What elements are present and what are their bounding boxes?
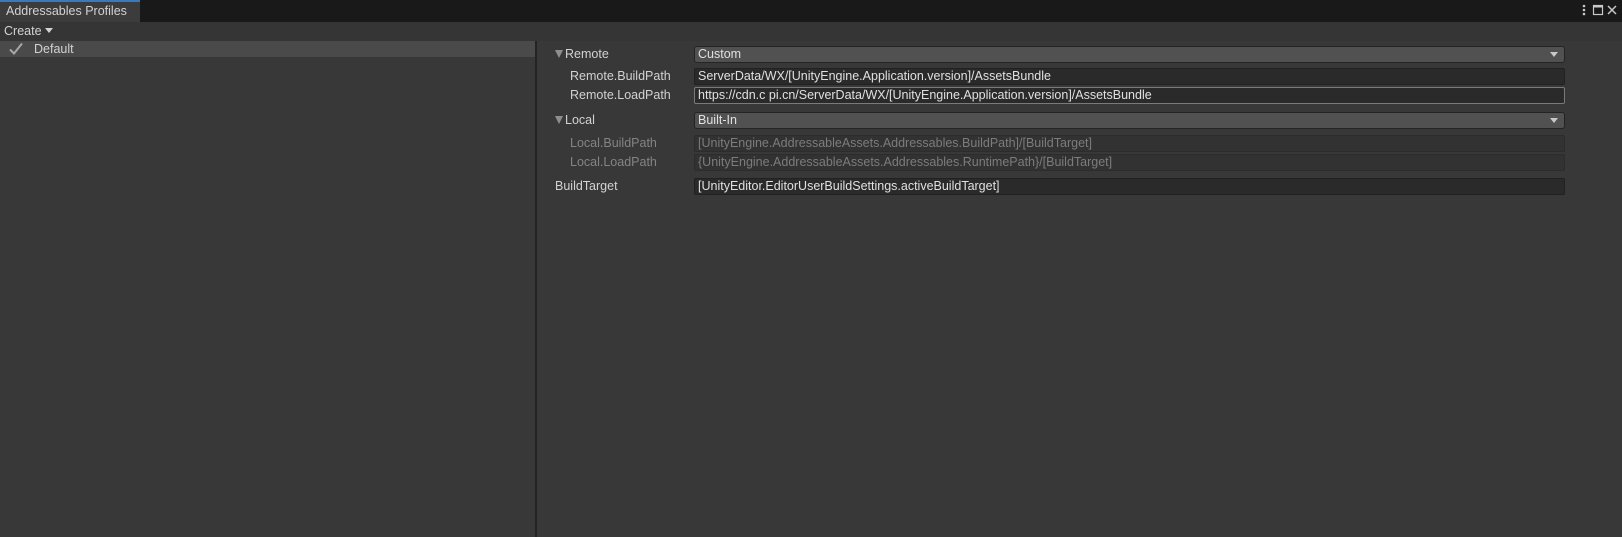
remote-loadpath-row: Remote.LoadPath https://cdn.c pi.cn/Serv… [537,86,1622,105]
local-buildpath-label: Local.BuildPath [570,136,657,150]
local-buildpath-field: [UnityEngine.AddressableAssets.Addressab… [694,135,1565,152]
local-group-row: Local Built-In [537,111,1622,130]
foldout-arrow-icon[interactable] [555,50,563,58]
remote-loadpath-label: Remote.LoadPath [570,88,671,102]
profile-variables-panel: Remote Custom Remote.BuildPath ServerDat… [537,41,1622,537]
chevron-down-icon [44,28,53,33]
close-icon[interactable] [1604,2,1620,18]
tab-title: Addressables Profiles [6,4,127,18]
buildtarget-field[interactable]: [UnityEditor.EditorUserBuildSettings.act… [694,178,1565,195]
tab-addressables-profiles[interactable]: Addressables Profiles [0,0,140,22]
profiles-list-panel: Default [0,41,535,537]
dropdown-arrow-icon [1550,118,1558,123]
remote-group-label[interactable]: Remote [565,45,609,64]
remote-loadpath-field[interactable]: https://cdn.c pi.cn/ServerData/WX/[Unity… [694,87,1565,104]
remote-group-row: Remote Custom [537,45,1622,64]
profile-row-default[interactable]: Default [0,41,535,57]
local-loadpath-field: {UnityEngine.AddressableAssets.Addressab… [694,154,1565,171]
buildtarget-label: BuildTarget [555,179,618,193]
buildtarget-row: BuildTarget [UnityEditor.EditorUserBuild… [537,177,1622,196]
local-buildpath-row: Local.BuildPath [UnityEngine.Addressable… [537,134,1622,153]
local-mode-dropdown[interactable]: Built-In [694,112,1565,129]
toolbar: Create [0,22,1622,41]
dropdown-arrow-icon [1550,52,1558,57]
create-dropdown-button[interactable]: Create [4,23,53,40]
remote-buildpath-field[interactable]: ServerData/WX/[UnityEngine.Application.v… [694,68,1565,85]
window-titlebar: Addressables Profiles [0,0,1622,22]
local-group-label[interactable]: Local [565,111,595,130]
local-mode-value: Built-In [698,113,737,127]
remote-buildpath-row: Remote.BuildPath ServerData/WX/[UnityEng… [537,67,1622,86]
profile-name: Default [34,42,74,56]
create-label: Create [4,24,42,38]
checkmark-icon [8,41,24,57]
remote-buildpath-label: Remote.BuildPath [570,69,671,83]
remote-mode-value: Custom [698,47,742,61]
foldout-arrow-icon[interactable] [555,116,563,124]
local-loadpath-label: Local.LoadPath [570,155,657,169]
local-loadpath-row: Local.LoadPath {UnityEngine.AddressableA… [537,153,1622,172]
remote-mode-dropdown[interactable]: Custom [694,46,1565,63]
